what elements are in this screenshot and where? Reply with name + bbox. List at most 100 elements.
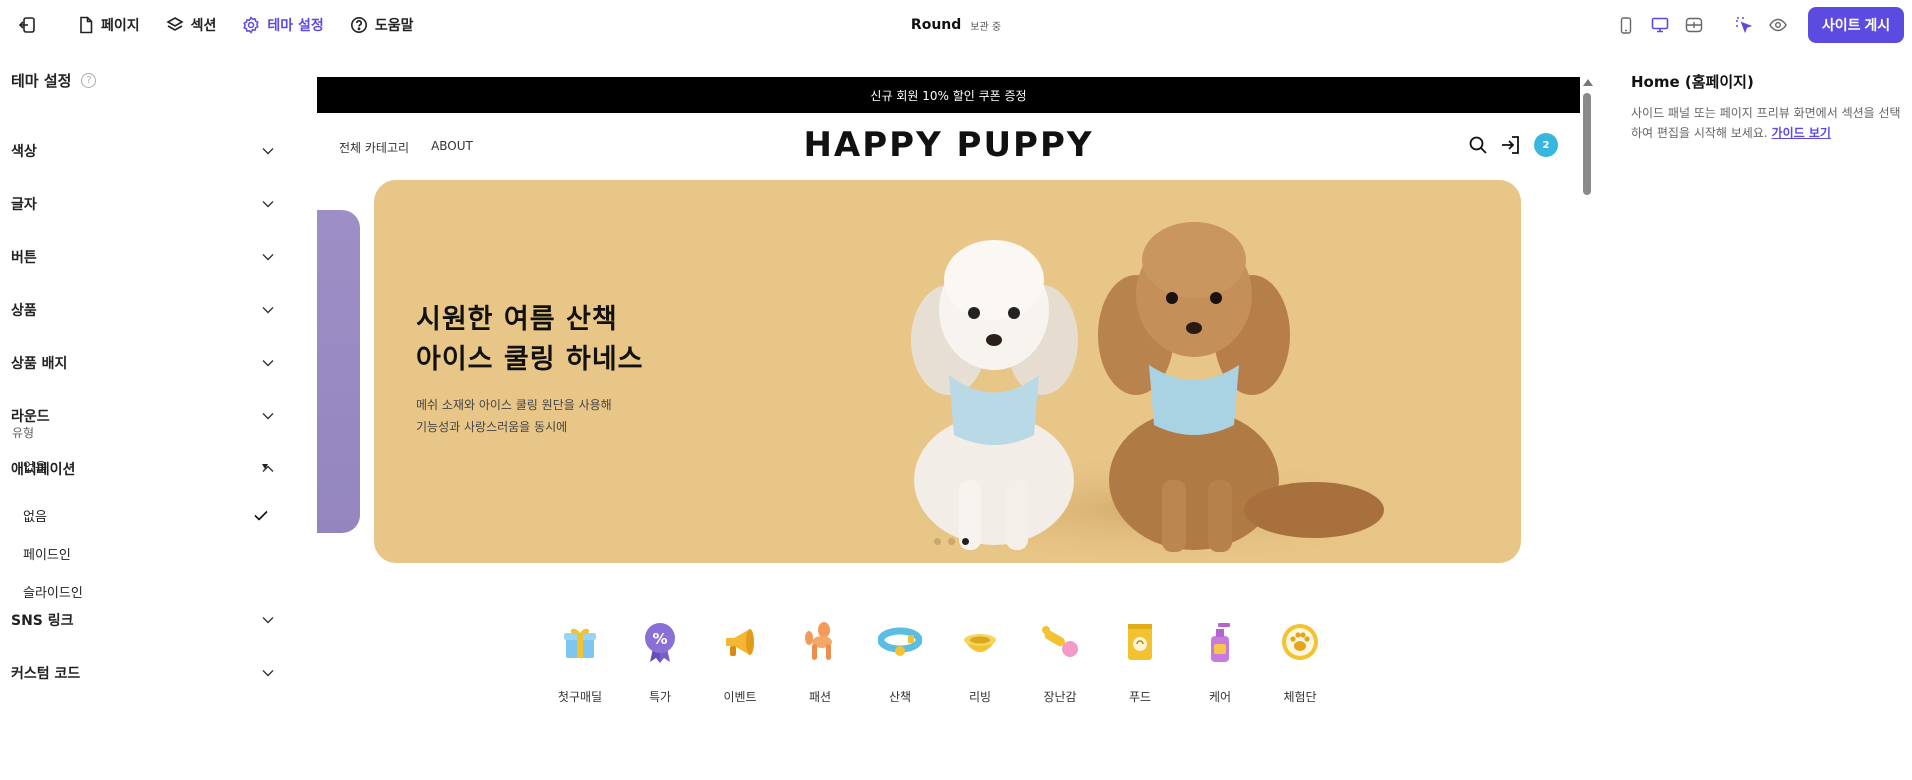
cart-count-badge[interactable]: 2 [1534, 133, 1558, 157]
panel-description-text: 사이드 패널 또는 페이지 프리뷰 화면에서 섹션을 선택하여 편집을 시작해 … [1631, 106, 1901, 140]
guide-link[interactable]: 가이드 보기 [1772, 126, 1831, 140]
banner-headline-line2: 아이스 쿨링 하네스 [416, 344, 644, 375]
animation-type-select[interactable]: 없음 [12, 449, 278, 483]
scroll-thumb[interactable] [1583, 93, 1591, 195]
select-mode-button[interactable] [1730, 11, 1758, 39]
slide-dot-active[interactable] [962, 538, 969, 545]
banner-desc-line2: 기능성과 사랑스러움을 동시에 [416, 420, 568, 434]
previous-slide-peek[interactable] [317, 210, 360, 533]
nav-theme-settings[interactable]: 테마 설정 [242, 15, 324, 35]
category-label: 첫구매딜 [557, 690, 603, 704]
option-label: 페이드인 [23, 547, 71, 563]
desktop-view-button[interactable] [1646, 11, 1674, 39]
food-bag-icon [1116, 618, 1164, 666]
chevron-down-icon [262, 617, 274, 624]
nav-sections[interactable]: 섹션 [166, 15, 217, 35]
slide-pagination [934, 538, 969, 545]
category-fashion[interactable]: 패션 [780, 618, 860, 705]
banner-desc-line1: 메쉬 소재와 아이스 쿨링 원단을 사용해 [416, 398, 612, 412]
accordion-fonts[interactable]: 글자 [0, 184, 290, 224]
accordion-label: SNS 링크 [11, 613, 74, 629]
paw-icon [1276, 618, 1324, 666]
category-label: 특가 [648, 690, 672, 704]
file-icon [80, 16, 93, 34]
publish-button[interactable]: 사이트 게시 [1808, 7, 1904, 43]
site-title: Round [910, 17, 962, 33]
banner-description: 메쉬 소재와 아이스 쿨링 원단을 사용해 기능성과 사랑스러움을 동시에 [416, 394, 612, 438]
site-logo[interactable]: HAPPY PUPPY [317, 125, 1580, 165]
theme-settings-panel: 테마 설정 ? 색상 글자 버튼 상품 상품 배지 라운드 애니메이션 유형 없… [0, 50, 290, 780]
category-toys[interactable]: 장난감 [1020, 618, 1100, 705]
page-title: Home (홈페이지) [1631, 73, 1754, 91]
animation-type-label: 유형 [12, 426, 35, 440]
percent-badge-icon: % [636, 618, 684, 666]
nav-sections-label: 섹션 [190, 18, 217, 34]
desktop-icon [1651, 17, 1669, 33]
page-preview[interactable]: 신규 회원 10% 할인 쿠폰 증정 전체 카테고리 ABOUT HAPPY P… [290, 50, 1600, 780]
preview-button[interactable] [1764, 11, 1792, 39]
accordion-products[interactable]: 상품 [0, 290, 290, 330]
mobile-view-button[interactable] [1612, 11, 1640, 39]
balloon-dog-icon [796, 618, 844, 666]
category-first-purchase[interactable]: 첫구매딜 [540, 618, 620, 705]
nav-help[interactable]: 도움말 [350, 15, 413, 35]
chevron-down-icon [262, 360, 274, 367]
top-bar-left: 페이지 섹션 테마 설정 도움말 [0, 0, 413, 50]
search-icon[interactable] [1468, 135, 1488, 155]
accordion-product-badge[interactable]: 상품 배지 [0, 343, 290, 383]
announcement-text: 신규 회원 10% 할인 쿠폰 증정 [870, 88, 1027, 103]
accordion-custom-code[interactable]: 커스텀 코드 [0, 653, 290, 693]
top-bar-right: 사이트 게시 [1606, 0, 1904, 50]
chevron-down-icon [262, 254, 274, 261]
fit-view-button[interactable] [1680, 11, 1708, 39]
question-icon[interactable]: ? [81, 73, 97, 88]
banner-headline-line1: 시원한 여름 산책 [416, 304, 618, 335]
chevron-down-icon [262, 148, 274, 155]
announcement-bar[interactable]: 신규 회원 10% 할인 쿠폰 증정 [317, 77, 1580, 113]
exit-editor-button[interactable] [14, 12, 40, 38]
hero-banner[interactable]: 시원한 여름 산책 아이스 쿨링 하네스 메쉬 소재와 아이스 쿨링 원단을 사… [374, 180, 1521, 563]
top-bar: 페이지 섹션 테마 설정 도움말 Round 보관 중 사이트 게시 [0, 0, 1912, 50]
svg-text:%: % [652, 630, 667, 648]
chevron-down-icon [262, 413, 274, 420]
slide-dot[interactable] [934, 538, 941, 545]
accordion-label: 상품 배지 [11, 356, 68, 372]
accordion-label: 색상 [11, 144, 37, 160]
section-info-panel: Home (홈페이지) 사이드 패널 또는 페이지 프리뷰 화면에서 섹션을 선… [1600, 50, 1912, 780]
accordion-buttons[interactable]: 버튼 [0, 237, 290, 277]
save-status: 보관 중 [970, 21, 1002, 33]
category-label: 케어 [1208, 690, 1232, 704]
category-label: 체험단 [1283, 690, 1317, 704]
category-food[interactable]: 푸드 [1100, 618, 1180, 705]
preview-scrollbar[interactable] [1580, 77, 1594, 777]
scroll-up-arrow-icon[interactable] [1583, 79, 1593, 86]
category-label: 푸드 [1128, 690, 1152, 704]
accordion-sns-links[interactable]: SNS 링크 [0, 600, 290, 640]
category-special-price[interactable]: % 특가 [620, 618, 700, 705]
category-event[interactable]: 이벤트 [700, 618, 780, 705]
category-walk[interactable]: 산책 [860, 618, 940, 705]
category-label: 장난감 [1043, 690, 1077, 704]
caret-down-icon [262, 463, 268, 469]
accordion-colors[interactable]: 색상 [0, 131, 290, 171]
accordion-label: 커스텀 코드 [11, 666, 81, 682]
site-header-icons: 2 [1468, 133, 1558, 157]
accordion-round[interactable]: 라운드 [0, 396, 290, 436]
accordion-label: 글자 [11, 197, 37, 213]
category-living[interactable]: 리빙 [940, 618, 1020, 705]
chevron-down-icon [262, 670, 274, 677]
help-icon [350, 17, 367, 33]
layers-icon [166, 17, 184, 31]
slide-dot[interactable] [948, 538, 955, 545]
category-experience[interactable]: 체험단 [1260, 618, 1340, 705]
cursor-select-icon [1736, 17, 1753, 34]
accordion-label: 버튼 [11, 250, 37, 266]
site-header[interactable]: 전체 카테고리 ABOUT HAPPY PUPPY 2 [317, 113, 1580, 181]
gear-icon [243, 16, 260, 34]
animation-option-fade[interactable]: 페이드인 [12, 536, 278, 570]
animation-option-none[interactable]: 없음 [12, 498, 278, 532]
nav-pages[interactable]: 페이지 [78, 15, 140, 35]
login-icon[interactable] [1500, 135, 1522, 155]
category-care[interactable]: 케어 [1180, 618, 1260, 705]
check-icon [254, 510, 268, 521]
